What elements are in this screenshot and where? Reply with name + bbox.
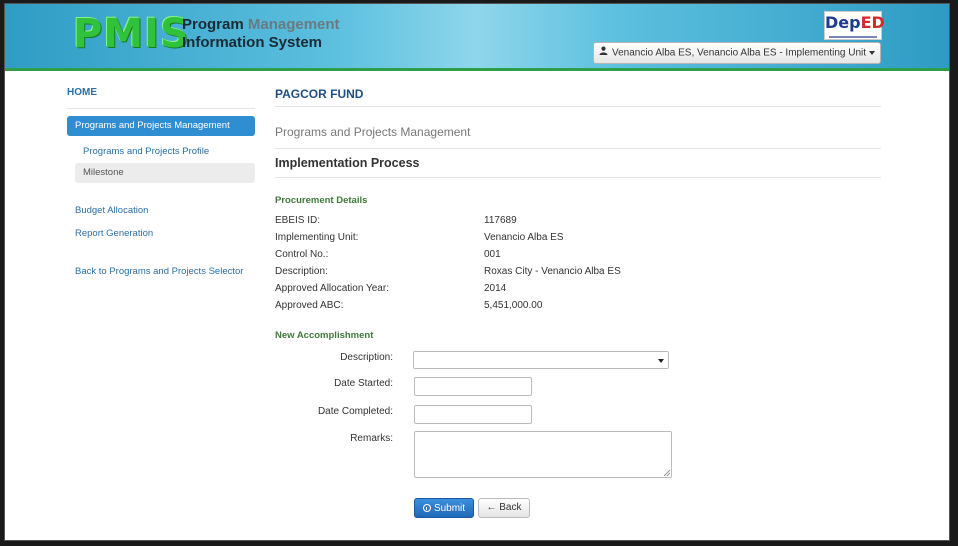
user-icon	[599, 43, 608, 63]
deped-logo: DepED	[824, 11, 885, 40]
user-menu-label: Venancio Alba ES, Venancio Alba ES - Imp…	[611, 47, 867, 59]
sidebar-item-programs-projects-management[interactable]: Programs and Projects Management	[67, 116, 255, 136]
remarks-label: Remarks:	[350, 433, 393, 444]
remarks-textarea[interactable]	[414, 431, 672, 478]
detail-value: Venancio Alba ES	[484, 232, 564, 243]
app-header: PMIS Program Management Information Syst…	[5, 4, 949, 71]
dropdown-arrow-icon	[658, 359, 664, 363]
description-select[interactable]	[413, 351, 669, 369]
date-completed-label: Date Completed:	[317, 406, 393, 417]
sidebar-home-link[interactable]: HOME	[67, 87, 97, 98]
date-completed-input[interactable]	[414, 405, 532, 424]
page-title: PAGCOR FUND	[275, 87, 364, 101]
app-subtitle: Program Management Information System	[182, 16, 340, 52]
procurement-heading: Procurement Details	[275, 195, 368, 206]
arrow-left-icon: ←	[486, 502, 497, 513]
resize-grip-icon[interactable]	[664, 470, 670, 476]
sidebar-item-report-generation[interactable]: Report Generation	[75, 228, 153, 239]
deped-logo-dep: Dep	[825, 13, 861, 32]
sidebar-item-milestone[interactable]: Milestone	[75, 163, 255, 183]
detail-label: Implementing Unit:	[275, 232, 359, 243]
section-title: Programs and Projects Management	[275, 125, 471, 139]
subtitle-word-program: Program	[182, 16, 244, 33]
detail-value: 5,451,000.00	[484, 300, 543, 311]
detail-value: 2014	[484, 283, 507, 294]
detail-label: Approved Allocation Year:	[275, 283, 389, 294]
accomplishment-heading: New Accomplishment	[275, 330, 374, 341]
sidebar-item-back-to-selector[interactable]: Back to Programs and Projects Selector	[75, 266, 243, 277]
deped-logo-ed: ED	[860, 13, 885, 32]
submit-label: Submit	[433, 503, 466, 514]
deped-logo-tagline	[829, 36, 877, 38]
pmis-logo: PMIS	[73, 11, 190, 57]
detail-label: Approved ABC:	[275, 300, 344, 311]
section-divider	[275, 148, 881, 149]
back-button[interactable]: ← Back	[478, 498, 530, 518]
detail-label: EBEIS ID:	[275, 215, 321, 226]
detail-value: Roxas City - Venancio Alba ES	[484, 266, 621, 277]
chevron-down-icon	[869, 51, 876, 55]
date-started-input[interactable]	[414, 377, 532, 396]
user-menu-button[interactable]: Venancio Alba ES, Venancio Alba ES - Imp…	[593, 42, 881, 64]
sidebar-item-programs-projects-profile[interactable]: Programs and Projects Profile	[83, 146, 209, 157]
subtitle-word-management: Management	[247, 16, 340, 33]
subtitle-line-2: Information System	[182, 34, 323, 51]
submit-button[interactable]: Submit	[414, 498, 474, 518]
sidebar-item-budget-allocation[interactable]: Budget Allocation	[75, 205, 148, 216]
submit-icon	[422, 504, 431, 512]
back-label: Back	[499, 502, 522, 513]
sidebar-divider	[67, 108, 255, 109]
description-label: Description:	[340, 352, 393, 363]
process-divider	[275, 177, 881, 178]
title-divider	[275, 106, 881, 107]
detail-label: Control No.:	[275, 249, 329, 260]
detail-label: Description:	[275, 266, 328, 277]
date-started-label: Date Started:	[334, 378, 393, 389]
process-title: Implementation Process	[275, 156, 420, 170]
detail-value: 001	[484, 249, 501, 260]
browser-window: PMIS Program Management Information Syst…	[4, 3, 950, 541]
detail-value: 117689	[484, 215, 517, 226]
